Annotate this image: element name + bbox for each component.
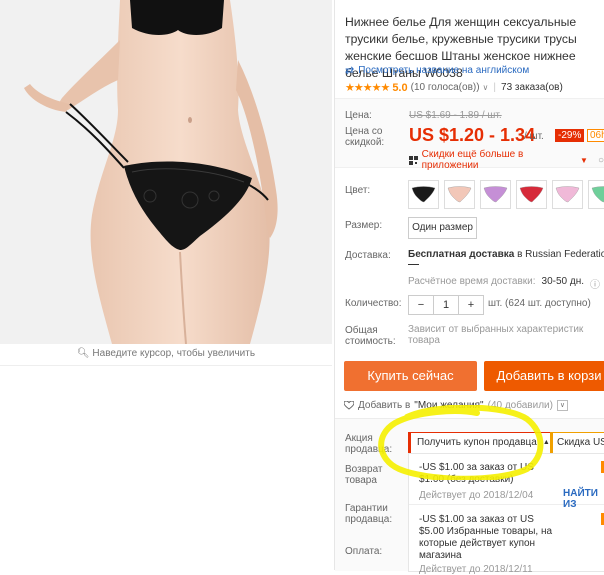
- chevron-up-icon: ▲: [542, 439, 550, 446]
- quantity-decrease-button[interactable]: −: [409, 296, 433, 314]
- size-label: Размер:: [345, 220, 383, 231]
- buy-now-button[interactable]: Купить сейчас: [344, 361, 477, 391]
- quantity-label: Количество:: [345, 298, 402, 309]
- color-swatch[interactable]: [552, 180, 583, 209]
- guarantee-label: Гарантии продавца:: [345, 503, 393, 525]
- panty-icon: [591, 186, 604, 203]
- product-image[interactable]: [0, 0, 332, 344]
- divider: [0, 365, 332, 366]
- coupon-item: -US $1.00 за заказ от US $1.00 (без дост…: [419, 462, 559, 501]
- color-swatch[interactable]: [408, 180, 439, 209]
- star-rating-icon: ★★★★★: [345, 82, 390, 94]
- coupon-dropdown: -US $1.00 за заказ от US $1.00 (без дост…: [408, 453, 604, 575]
- info-icon[interactable]: ⓘ: [590, 276, 600, 291]
- timer-badge: 06h: [587, 129, 604, 142]
- quantity-input[interactable]: 1: [433, 296, 459, 314]
- rating-value: 5.0: [392, 81, 408, 94]
- quantity-stepper: − 1 +: [408, 295, 484, 315]
- zoom-hint: 🔍︎ Наведите курсор, чтобы увеличить: [76, 348, 256, 359]
- share-icon[interactable]: ○: [598, 155, 604, 166]
- color-label: Цвет:: [345, 185, 371, 196]
- get-coupon-button[interactable]: Получить купон продавца ▲: [408, 432, 557, 454]
- discount-price-label: Цена со скидкой:: [345, 126, 385, 148]
- shipping-underline: [408, 264, 419, 265]
- delivery-time: Расчётное время доставки: 30-50 дн. ⓘ: [408, 276, 601, 291]
- coupon-text: -US $1.00 за заказ от US $1.00 (без дост…: [419, 462, 534, 485]
- panty-icon: [555, 186, 580, 203]
- chevron-down-icon[interactable]: ∨: [556, 400, 568, 411]
- current-price: US $1.20 - 1.34: [409, 125, 536, 145]
- rating-row: ★★★★★ 5.0 (10 голоса(ов)) ∨ | 73 заказа(…: [345, 81, 563, 95]
- total-label: Общая стоимость:: [345, 325, 396, 347]
- panty-icon: [411, 186, 436, 203]
- quantity-increase-button[interactable]: +: [459, 296, 483, 314]
- shipping-info[interactable]: Бесплатная доставка в Russian Federation…: [408, 249, 604, 260]
- chevron-down-icon: ▼: [580, 155, 588, 165]
- search-icon: 🔍︎: [76, 348, 90, 359]
- product-photo: [0, 0, 332, 344]
- original-price: US $1.69 - 1.89 / шт.: [409, 110, 502, 121]
- color-swatch[interactable]: [480, 180, 511, 209]
- quantity-available: шт. (624 шт. доступно): [488, 298, 591, 309]
- heart-icon: [344, 401, 354, 410]
- returns-label: Возврат товара: [345, 464, 383, 486]
- color-swatch[interactable]: [516, 180, 547, 209]
- app-discount-link[interactable]: Скидки ещё больше в приложении ▼ ○: [409, 149, 604, 171]
- get-coupon-now-button[interactable]: НАЙТИ ИЗ: [563, 488, 604, 510]
- price-label: Цена:: [345, 110, 372, 121]
- price-unit: / шт.: [524, 131, 544, 142]
- coupon-item: -US $1.00 за заказ от US $5.00 Избранные…: [419, 514, 559, 575]
- store-discount-tag[interactable]: Скидка US: [550, 432, 604, 454]
- color-swatches: [408, 180, 604, 209]
- panty-icon: [483, 186, 508, 203]
- panty-icon: [519, 186, 544, 203]
- shipping-label: Доставка:: [345, 250, 391, 261]
- add-to-cart-button[interactable]: Добавить в корзи: [484, 361, 604, 391]
- translate-link[interactable]: ⇄ Посмотреть название на английском: [345, 64, 529, 77]
- coupon-validity: Действует до 2018/12/04: [419, 490, 534, 501]
- orders-count: 73 заказа(ов): [501, 82, 563, 93]
- reviews-link[interactable]: (10 голоса(ов)): [411, 82, 480, 93]
- color-swatch[interactable]: [588, 180, 604, 209]
- coupon-text: -US $1.00 за заказ от US $5.00 Избранные…: [419, 514, 553, 561]
- store-promo-label: Акция продавца:: [345, 433, 393, 455]
- translate-icon: ⇄: [345, 65, 355, 77]
- panty-icon: [447, 186, 472, 203]
- color-swatch[interactable]: [444, 180, 475, 209]
- discount-badge: -29%: [555, 129, 585, 142]
- qr-code-icon: [409, 155, 418, 165]
- wishlist-link[interactable]: Добавить в "Мои желания" (40 добавили) ∨: [344, 400, 568, 411]
- total-note: Зависит от выбранных характеристик товар…: [408, 324, 584, 346]
- size-option-button[interactable]: Один размер: [408, 217, 477, 239]
- payment-label: Оплата:: [345, 546, 383, 557]
- separator: |: [493, 82, 497, 93]
- chevron-down-icon[interactable]: ∨: [483, 83, 489, 92]
